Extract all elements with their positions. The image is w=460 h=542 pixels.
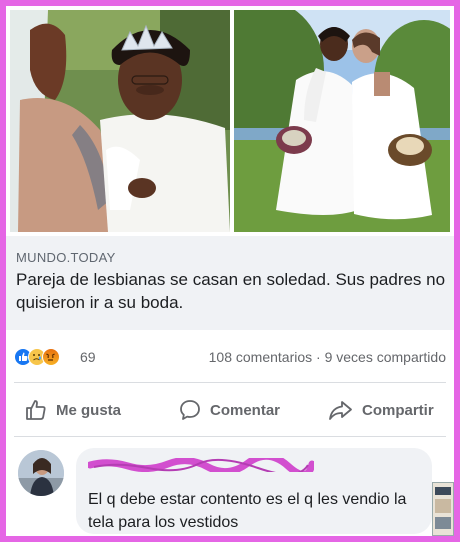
share-arrow-icon bbox=[328, 398, 354, 422]
redacted-author-name bbox=[88, 458, 314, 472]
comment-bubble: El q debe estar contento es el q les ven… bbox=[76, 448, 432, 534]
avatar[interactable] bbox=[18, 450, 64, 496]
speech-bubble-icon bbox=[178, 398, 202, 422]
post-photos[interactable] bbox=[10, 10, 450, 232]
engagement-stats: 69 108 comentarios · 9 veces compartido bbox=[6, 336, 454, 378]
wedding-photo-right[interactable] bbox=[234, 10, 450, 232]
comment-button[interactable]: Comentar bbox=[178, 398, 280, 422]
share-label: Compartir bbox=[362, 401, 434, 419]
post-actions: Me gusta Comentar Compartir bbox=[6, 390, 454, 430]
divider bbox=[14, 436, 446, 437]
comment-label: Comentar bbox=[210, 401, 281, 419]
corner-thumbnail bbox=[432, 482, 454, 536]
share-button[interactable]: Compartir bbox=[328, 398, 434, 422]
angry-reaction-icon bbox=[42, 348, 60, 366]
post-card: MUNDO.TODAY Pareja de lesbianas se casan… bbox=[6, 6, 454, 536]
shares-count[interactable]: 9 veces compartido bbox=[325, 349, 446, 365]
wedding-photo-left[interactable] bbox=[10, 10, 230, 232]
link-source: MUNDO.TODAY bbox=[16, 250, 116, 265]
like-button[interactable]: Me gusta bbox=[24, 398, 121, 422]
link-headline[interactable]: Pareja de lesbianas se casan en soledad.… bbox=[16, 268, 446, 314]
reactions-summary[interactable] bbox=[14, 344, 74, 370]
divider bbox=[14, 382, 446, 383]
like-label: Me gusta bbox=[56, 401, 122, 419]
comments-count[interactable]: 108 comentarios bbox=[209, 349, 313, 365]
stats-separator: · bbox=[316, 349, 321, 365]
link-preview[interactable]: MUNDO.TODAY Pareja de lesbianas se casan… bbox=[6, 236, 454, 330]
comment-share-counts: 108 comentarios · 9 veces compartido bbox=[209, 349, 446, 365]
reaction-count[interactable]: 69 bbox=[80, 349, 96, 365]
comment-item: El q debe estar contento es el q les ven… bbox=[6, 444, 454, 536]
thumbs-up-icon bbox=[24, 398, 48, 422]
comment-text: El q debe estar contento es el q les ven… bbox=[88, 491, 407, 531]
